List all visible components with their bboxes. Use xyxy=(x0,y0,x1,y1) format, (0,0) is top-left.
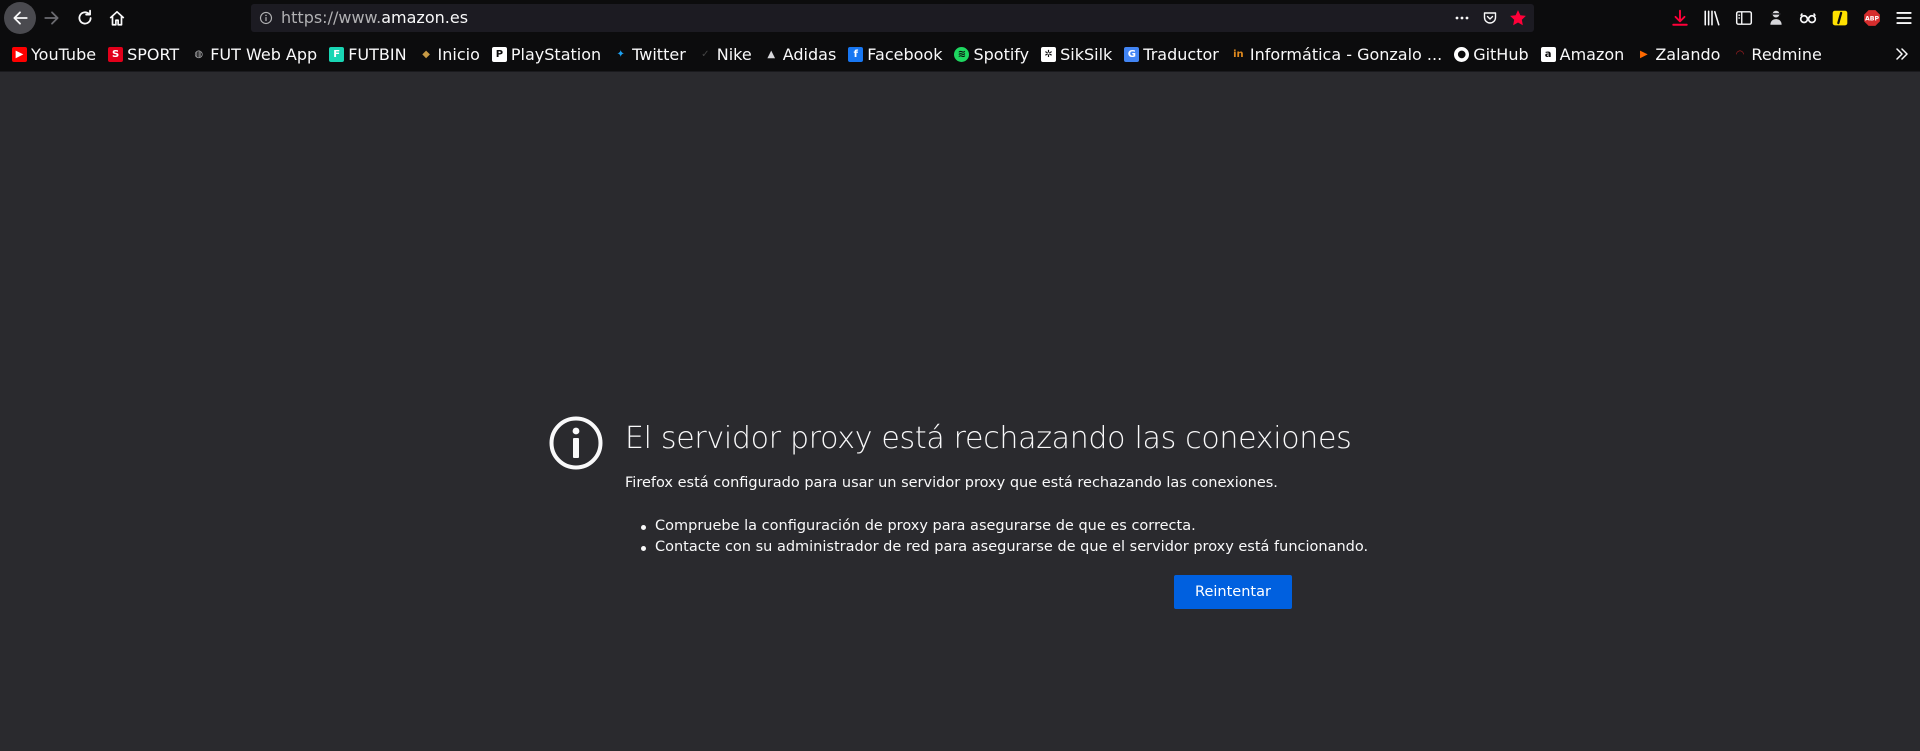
bookmark-item-inicio[interactable]: ◆ Inicio xyxy=(415,41,484,67)
sidebar-icon[interactable] xyxy=(1728,4,1760,32)
adblock-plus-label: ABP xyxy=(1865,16,1879,23)
extension-spy-icon[interactable] xyxy=(1760,4,1792,32)
error-description: Firefox está configurado para usar un se… xyxy=(625,475,1278,491)
bookmark-item-fut-web-app[interactable]: ◍ FUT Web App xyxy=(187,41,321,67)
back-button[interactable] xyxy=(4,2,36,34)
forward-button[interactable] xyxy=(36,2,68,34)
pocket-icon[interactable] xyxy=(1480,8,1500,28)
url-domain: amazon.es xyxy=(381,8,469,27)
url-prefix: https://www. xyxy=(281,8,382,27)
bookmark-label: Traductor xyxy=(1143,44,1219,64)
info-icon xyxy=(548,415,604,471)
bookmark-item-adidas[interactable]: ▲ Adidas xyxy=(760,41,841,67)
bookmark-item-twitter[interactable]: ✦ Twitter xyxy=(609,41,690,67)
bookmark-label: Informática - Gonzalo ... xyxy=(1249,44,1443,64)
sport-icon: S xyxy=(108,46,124,62)
reload-button[interactable] xyxy=(69,2,101,34)
facebook-icon: f xyxy=(848,46,864,62)
translate-icon: G xyxy=(1124,46,1140,62)
bookmarks-list: ▶ YouTube S SPORT ◍ FUT Web App F FUTBIN ◆ Inicio… xyxy=(8,36,1830,72)
error-title: El servidor proxy está rechazando las co… xyxy=(625,421,1352,456)
bookmark-label: SPORT xyxy=(127,44,180,64)
url-text[interactable]: https://www.amazon.es xyxy=(281,8,468,27)
bookmark-item-spotify[interactable]: ≋ Spotify xyxy=(950,41,1033,67)
bookmark-item-inform-tica-gonzalo[interactable]: in Informática - Gonzalo ... xyxy=(1227,41,1446,67)
adidas-icon: ▲ xyxy=(767,48,776,60)
error-suggestion-item: Contacte con su administrador de red par… xyxy=(625,537,1368,558)
back-arrow-icon xyxy=(13,11,28,25)
bookmark-label: FUTBIN xyxy=(348,44,407,64)
bookmark-label: Twitter xyxy=(632,44,686,64)
bookmark-label: GitHub xyxy=(1473,44,1529,64)
site-info-icon[interactable] xyxy=(257,9,275,27)
bookmark-label: Adidas xyxy=(782,44,837,64)
bookmark-label: Spotify xyxy=(973,44,1030,64)
inicio-icon: ◆ xyxy=(422,48,430,60)
bookmark-item-redmine[interactable]: ◠ Redmine xyxy=(1728,41,1825,67)
bookmark-label: YouTube xyxy=(31,44,97,64)
zalando-icon: ▶ xyxy=(1639,48,1648,60)
navigation-toolbar: https://www.amazon.es ABP xyxy=(0,0,1920,36)
extension-yellow-icon[interactable] xyxy=(1824,4,1856,32)
redmine-icon: ◠ xyxy=(1736,48,1744,60)
bookmarks-toolbar: ▶ YouTube S SPORT ◍ FUT Web App F FUTBIN ◆ Inicio… xyxy=(0,36,1920,72)
siksilk-icon: ✲ xyxy=(1041,46,1057,62)
library-icon[interactable] xyxy=(1696,4,1728,32)
informatica-icon: in xyxy=(1233,48,1244,60)
menu-icon[interactable] xyxy=(1888,4,1920,32)
globe-icon: ◍ xyxy=(194,48,204,60)
bookmark-item-siksilk[interactable]: ✲ SikSilk xyxy=(1037,41,1116,67)
error-suggestions-list: Compruebe la configuración de proxy para… xyxy=(625,516,1368,558)
youtube-icon: ▶ xyxy=(12,46,27,62)
reload-icon xyxy=(78,9,92,25)
bookmark-item-futbin[interactable]: F FUTBIN xyxy=(325,41,410,67)
github-icon: ● xyxy=(1454,46,1470,62)
bookmark-label: Inicio xyxy=(437,44,480,64)
bookmark-label: Amazon xyxy=(1559,44,1625,64)
url-bar[interactable]: https://www.amazon.es xyxy=(251,4,1534,32)
spotify-icon: ≋ xyxy=(954,46,970,62)
bookmark-label: SikSilk xyxy=(1060,44,1113,64)
bookmark-item-github[interactable]: ● GitHub xyxy=(1450,41,1532,67)
nike-icon: ✓ xyxy=(701,48,710,60)
bookmark-item-youtube[interactable]: ▶ YouTube xyxy=(8,41,100,67)
bookmark-label: Redmine xyxy=(1751,44,1822,64)
bookmark-item-facebook[interactable]: f Facebook xyxy=(844,41,946,67)
downloads-icon[interactable] xyxy=(1664,4,1696,32)
bookmark-star-icon[interactable] xyxy=(1508,8,1528,28)
bookmark-item-traductor[interactable]: G Traductor xyxy=(1120,41,1223,67)
retry-button[interactable]: Reintentar xyxy=(1174,575,1292,609)
bookmarks-overflow-chevron-icon[interactable] xyxy=(1892,44,1912,64)
bookmark-item-zalando[interactable]: ▶ Zalando xyxy=(1632,41,1724,67)
bookmark-item-sport[interactable]: S SPORT xyxy=(104,41,183,67)
bookmark-label: Nike xyxy=(716,44,752,64)
bookmark-label: FUT Web App xyxy=(210,44,318,64)
home-icon xyxy=(109,10,125,26)
bookmark-item-amazon[interactable]: a Amazon xyxy=(1537,41,1629,67)
home-button[interactable] xyxy=(101,2,133,34)
futbin-icon: F xyxy=(329,46,345,62)
page-actions-icon[interactable] xyxy=(1452,8,1472,28)
extension-glasses-icon[interactable] xyxy=(1792,4,1824,32)
forward-arrow-icon xyxy=(44,11,59,25)
adblock-plus-icon[interactable]: ABP xyxy=(1856,4,1888,32)
playstation-icon: P xyxy=(491,46,507,62)
bookmark-label: Facebook xyxy=(867,44,943,64)
bookmark-label: Zalando xyxy=(1655,44,1721,64)
twitter-icon: ✦ xyxy=(616,48,625,60)
page-content: El servidor proxy está rechazando las co… xyxy=(0,72,1920,751)
bookmark-label: PlayStation xyxy=(510,44,602,64)
amazon-icon: a xyxy=(1540,46,1556,62)
bookmark-item-nike[interactable]: ✓ Nike xyxy=(694,41,756,67)
error-suggestion-item: Compruebe la configuración de proxy para… xyxy=(625,516,1368,537)
bookmark-item-playstation[interactable]: P PlayStation xyxy=(488,41,605,67)
